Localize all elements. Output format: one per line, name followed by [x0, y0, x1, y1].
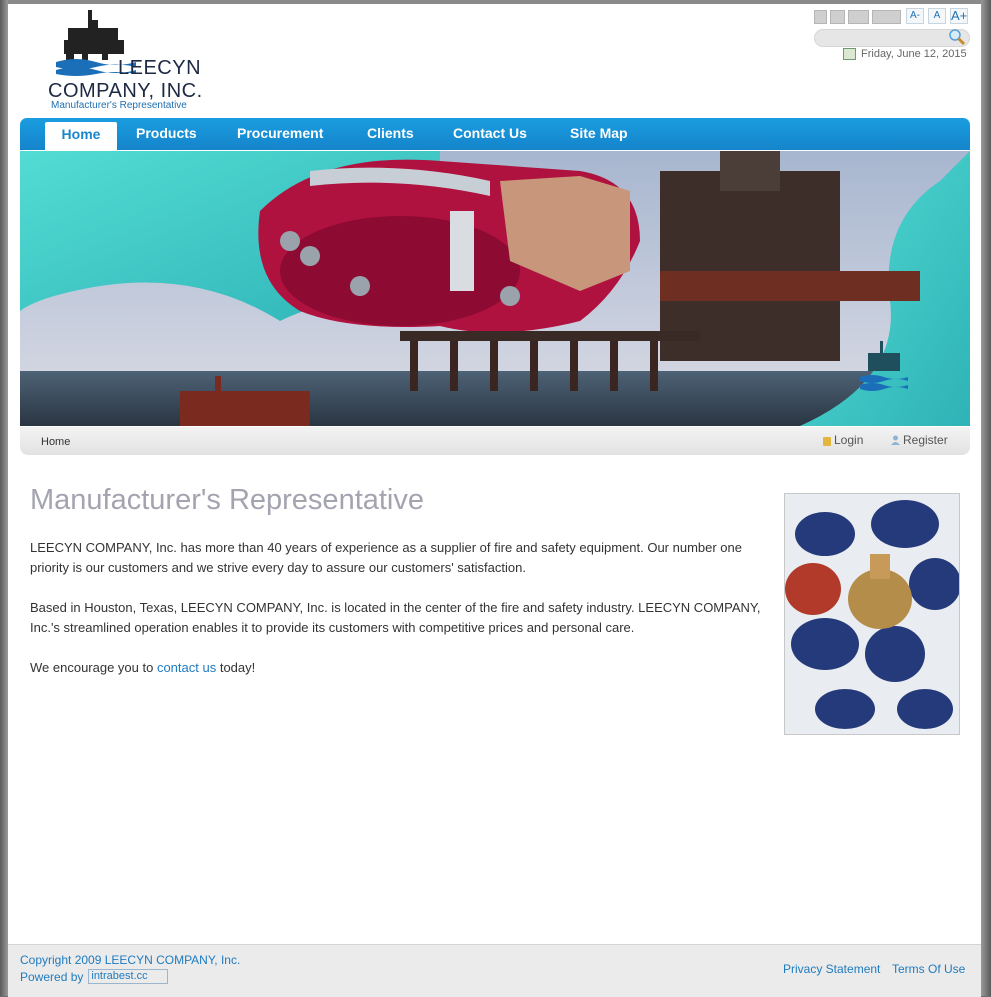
- register-link[interactable]: Register: [891, 433, 948, 447]
- logo-tagline: Manufacturer's Representative: [51, 100, 187, 111]
- width-option-small[interactable]: [814, 10, 827, 24]
- page: LEECYN COMPANY, INC. Manufacturer's Repr…: [8, 4, 981, 997]
- nav-procurement[interactable]: Procurement: [237, 118, 323, 150]
- intro-paragraph: LEECYN COMPANY, Inc. has more than 40 ye…: [30, 540, 742, 575]
- privacy-statement-link[interactable]: Privacy Statement: [783, 962, 880, 976]
- company-logo[interactable]: LEECYN COMPANY, INC. Manufacturer's Repr…: [48, 10, 208, 111]
- font-increase-button[interactable]: A+: [950, 8, 968, 24]
- logo-line1: LEECYN: [118, 57, 202, 79]
- valves-product-image: [784, 493, 960, 735]
- nav-site-map[interactable]: Site Map: [570, 118, 628, 150]
- nav-clients[interactable]: Clients: [367, 118, 414, 150]
- contact-text-after: today!: [216, 660, 256, 675]
- width-option-large[interactable]: [848, 10, 869, 24]
- breadcrumb-home[interactable]: Home: [41, 436, 70, 448]
- current-date: Friday, June 12, 2015: [843, 48, 967, 60]
- contact-text-before: We encourage you to: [30, 660, 157, 675]
- login-label: Login: [834, 433, 864, 447]
- main-navigation: Home Products Procurement Clients Contac…: [20, 118, 970, 150]
- nav-contact-us[interactable]: Contact Us: [453, 118, 527, 150]
- footer: Copyright 2009 LEECYN COMPANY, Inc. Powe…: [8, 944, 981, 997]
- search-icon[interactable]: [948, 28, 966, 46]
- width-option-full[interactable]: [872, 10, 901, 24]
- contact-paragraph: We encourage you to contact us today!: [30, 658, 770, 678]
- login-link[interactable]: Login: [823, 433, 863, 447]
- calendar-icon: [843, 48, 856, 60]
- contact-us-link[interactable]: contact us: [157, 660, 216, 675]
- layout-width-selector: [814, 10, 901, 24]
- powered-by: Powered by intrabest.cc: [20, 969, 169, 984]
- font-size-controls: A- A A+: [906, 8, 968, 24]
- copyright-text: Copyright 2009 LEECYN COMPANY, Inc.: [20, 953, 241, 967]
- user-icon: [891, 435, 900, 445]
- font-decrease-button[interactable]: A-: [906, 8, 924, 24]
- location-paragraph: Based in Houston, Texas, LEECYN COMPANY,…: [30, 600, 761, 635]
- search-input[interactable]: [814, 29, 970, 47]
- intrabest-badge[interactable]: intrabest.cc: [88, 969, 169, 984]
- lock-icon: [823, 436, 831, 446]
- window-frame-left: [0, 0, 8, 996]
- register-label: Register: [903, 433, 948, 447]
- hero-banner-image: [20, 151, 970, 426]
- nav-products[interactable]: Products: [136, 118, 197, 150]
- breadcrumb-bar: Home Login Register: [20, 427, 970, 455]
- width-option-medium[interactable]: [830, 10, 845, 24]
- window-frame-right: [981, 0, 991, 996]
- font-reset-button[interactable]: A: [928, 8, 946, 24]
- nav-home[interactable]: Home: [45, 122, 117, 150]
- date-text: Friday, June 12, 2015: [861, 48, 967, 60]
- page-title: Manufacturer's Representative: [30, 484, 425, 516]
- terms-of-use-link[interactable]: Terms Of Use: [892, 962, 965, 976]
- powered-by-label: Powered by: [20, 969, 84, 984]
